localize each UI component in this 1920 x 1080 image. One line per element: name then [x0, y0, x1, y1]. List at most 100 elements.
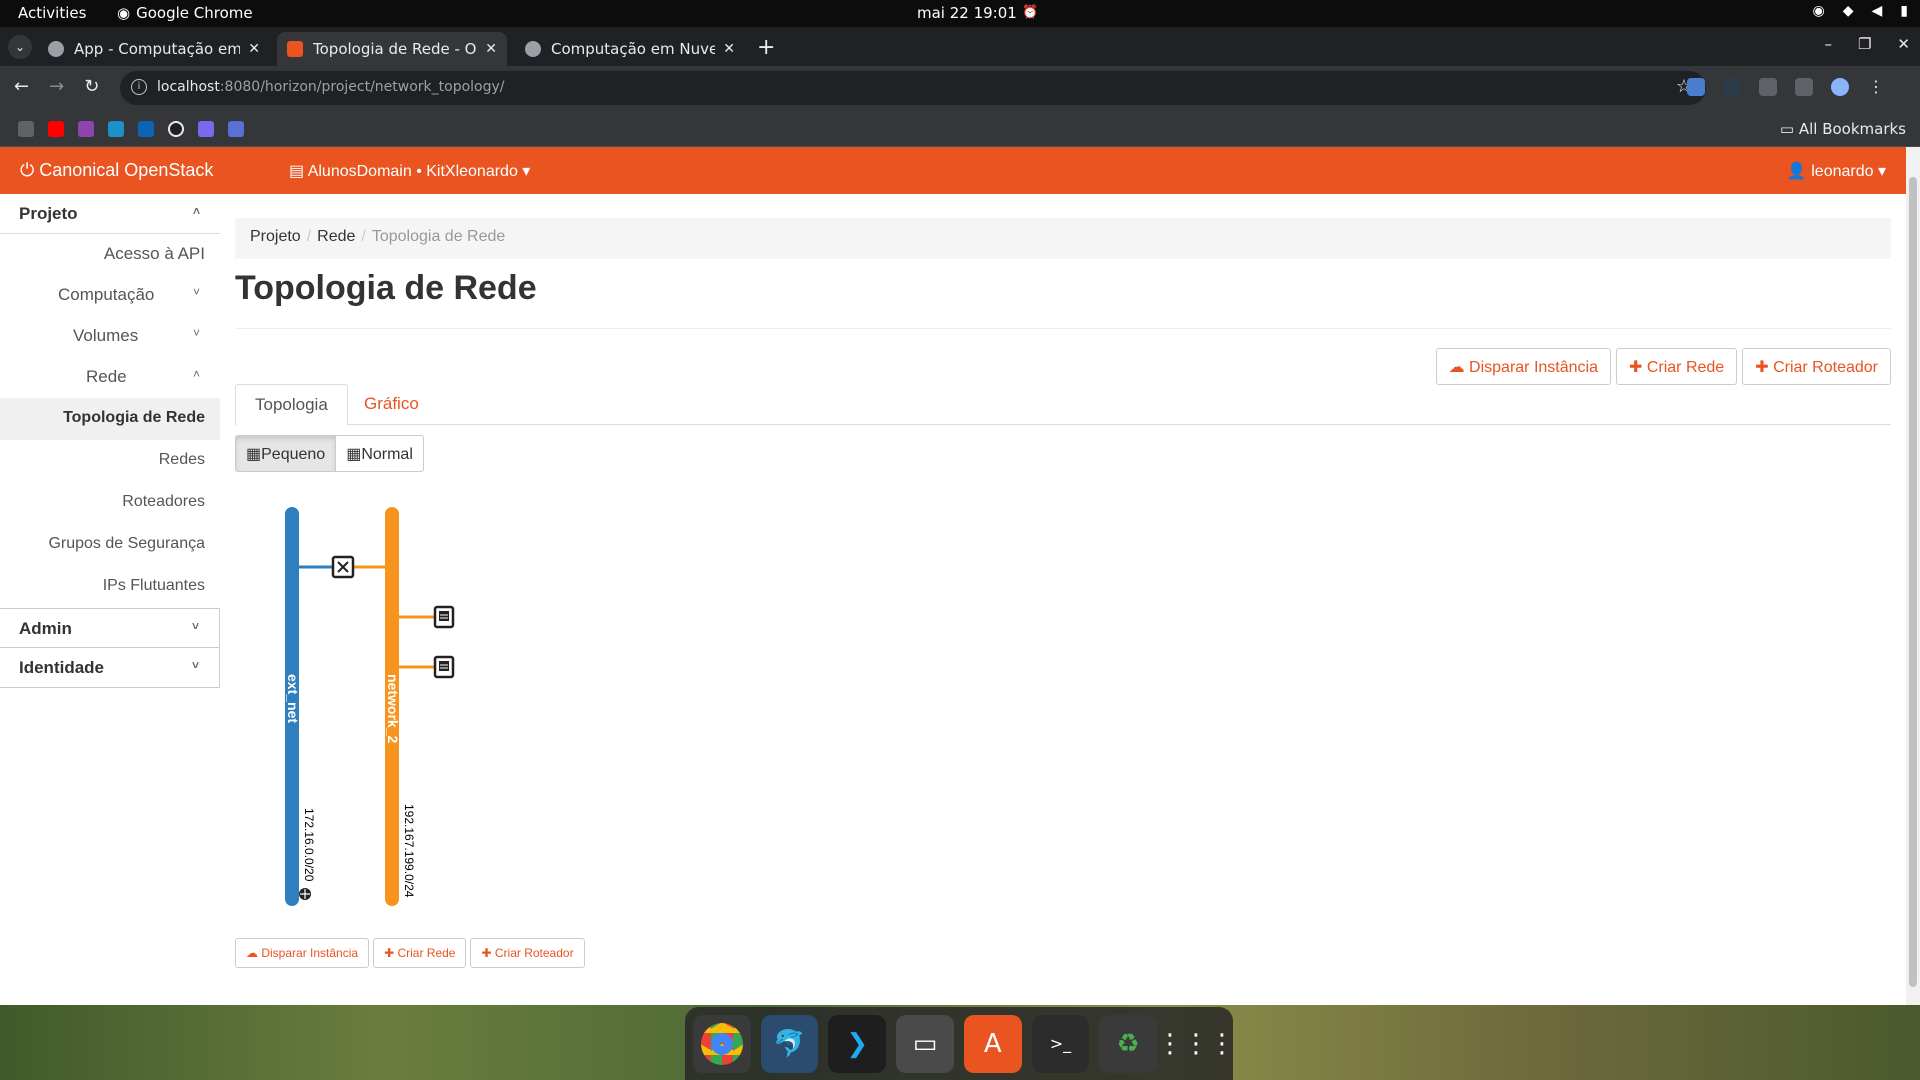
cloud-upload-icon: ☁ [1448, 359, 1470, 376]
network-name-label[interactable]: ext_net [285, 674, 301, 723]
all-bookmarks[interactable]: ▭ All Bookmarks [1780, 120, 1906, 138]
chrome-dock-icon[interactable] [693, 1014, 751, 1073]
instance-screen-icon[interactable] [439, 611, 449, 621]
topology-actions: ☁ Disparar Instância ✚ Criar Rede ✚ Cria… [1435, 348, 1891, 385]
sidebar-group-admin[interactable]: Admin ˅ [0, 608, 220, 648]
browser-tab[interactable]: Computação em Nuvem ✕ [515, 32, 745, 66]
project-context-dropdown[interactable]: ▤ AlunosDomain • KitXleonardo ▾ [289, 161, 530, 181]
files-dock-icon[interactable]: ▭ [896, 1014, 954, 1073]
new-tab-plus-icon[interactable]: + [757, 35, 775, 60]
plus-icon: ✚ [1755, 359, 1774, 376]
show-apps-grid-icon[interactable]: ⋮⋮⋮ [1157, 1015, 1235, 1073]
breadcrumb-rede[interactable]: Rede [317, 228, 355, 245]
mysql-workbench-dock-icon[interactable]: 🐬 [760, 1014, 819, 1073]
scrollbar-thumb[interactable] [1909, 177, 1917, 987]
launch-instance-button-small[interactable]: ☁ Disparar Instância [235, 938, 370, 968]
bookmark-icon[interactable] [168, 121, 184, 137]
network-cidr-label[interactable]: 172.16.0.0/20 [302, 808, 316, 882]
small-size-button[interactable]: ▦Pequeno [235, 435, 337, 472]
url-text[interactable]: localhost:8080/horizon/project/network_t… [157, 79, 505, 95]
tab-grafico[interactable]: Gráfico [345, 384, 438, 426]
window-controls: – ❐ ✕ [1824, 35, 1910, 53]
bookmark-icon[interactable] [228, 121, 244, 137]
browser-tab-active[interactable]: Topologia de Rede - Ope ✕ [277, 32, 507, 66]
chevron-up-icon: ˄ [192, 367, 200, 381]
back-arrow-icon[interactable]: ← [14, 76, 29, 97]
breadcrumb-current: Topologia de Rede [371, 228, 506, 245]
launch-instance-button[interactable]: ☁ Disparar Instância [1435, 348, 1611, 385]
close-tab-icon[interactable]: ✕ [248, 41, 260, 57]
app-menu[interactable]: ◉ Google Chrome [117, 4, 253, 22]
youtube-bookmark-icon[interactable] [48, 121, 64, 137]
sidebar-item-redes[interactable]: Redes [0, 440, 220, 482]
sidebar-item-roteadores[interactable]: Roteadores [0, 482, 220, 524]
sidebar-group-projeto[interactable]: Projeto ˄ [0, 194, 220, 234]
sidebar-item-acesso-api[interactable]: Acesso à API [0, 234, 220, 275]
sidebar-panel-computacao[interactable]: Computação ˅ [0, 275, 220, 316]
normal-size-button[interactable]: ▦Normal [336, 435, 424, 472]
battery-icon: ▮ [1900, 3, 1908, 19]
trash-dock-icon[interactable]: ♻ [1099, 1014, 1158, 1073]
dock: 🐬 ❯ ▭ A >_ ♻ ⋮⋮⋮ [685, 1007, 1235, 1080]
plus-icon: ✚ [384, 946, 398, 960]
openstack-favicon-icon [48, 41, 64, 57]
cloud-upload-icon: ☁ [246, 946, 262, 960]
system-tray[interactable]: ◉ ◆ ◀ ▮ [1813, 3, 1909, 19]
apps-grid-icon[interactable] [18, 121, 34, 137]
network-cidr-label[interactable]: 192.167.199.0/24 [402, 804, 416, 898]
profile-avatar-icon[interactable] [1831, 78, 1849, 96]
tab-search-chevron-down-icon[interactable]: ⌄ [8, 35, 32, 59]
close-tab-icon[interactable]: ✕ [723, 41, 735, 57]
bookmark-icon[interactable] [78, 121, 94, 137]
create-network-button[interactable]: ✚ Criar Rede [1615, 348, 1738, 385]
extensions-puzzle-icon[interactable] [1759, 78, 1777, 96]
close-window-icon[interactable]: ✕ [1897, 35, 1910, 53]
maximize-icon[interactable]: ❐ [1858, 35, 1871, 53]
bookmark-icon[interactable] [198, 121, 214, 137]
brand-link[interactable]: ⏻ Canonical OpenStack [20, 160, 213, 181]
page-scrollbar[interactable] [1906, 147, 1920, 1005]
browser-toolbar: ← → ↻ i localhost:8080/horizon/project/n… [0, 66, 1920, 111]
sidebar-item-ips-flutuantes[interactable]: IPs Flutuantes [0, 566, 220, 608]
outlook-bookmark-icon[interactable] [138, 121, 154, 137]
app-center-dock-icon[interactable]: A [963, 1014, 1022, 1073]
extensions-area: ⋮ [1687, 78, 1885, 96]
server-icon: ▤ [289, 163, 308, 180]
terminal-dock-icon[interactable]: >_ [1031, 1014, 1090, 1073]
browser-tab-strip: ⌄ App - Computação em N ✕ Topologia de R… [0, 27, 1920, 66]
chevron-down-icon: ˅ [192, 285, 200, 299]
bookmark-icon[interactable] [108, 121, 124, 137]
minimize-icon[interactable]: – [1824, 35, 1832, 53]
chrome-icon: ◉ [117, 4, 131, 22]
vscode-dock-icon[interactable]: ❯ [828, 1014, 887, 1073]
sidebar-item-grupos-seguranca[interactable]: Grupos de Segurança [0, 524, 220, 566]
sidebar-panel-volumes[interactable]: Volumes ˅ [0, 316, 220, 357]
browser-tab[interactable]: App - Computação em N ✕ [38, 32, 270, 66]
site-info-icon[interactable]: i [131, 79, 147, 95]
sidebar-group-identidade[interactable]: Identidade ˅ [0, 648, 220, 688]
create-router-button-small[interactable]: ✚ Criar Roteador [470, 938, 585, 968]
plus-icon: ✚ [1628, 359, 1647, 376]
clock[interactable]: mai 22 19:01 [917, 4, 1017, 22]
create-network-button-small[interactable]: ✚ Criar Rede [373, 938, 467, 968]
network-name-label[interactable]: network_2 [385, 674, 401, 743]
breadcrumb-projeto[interactable]: Projeto [250, 228, 301, 245]
sidebar-item-topologia[interactable]: Topologia de Rede [0, 398, 220, 440]
close-tab-icon[interactable]: ✕ [485, 41, 497, 57]
activities-button[interactable]: Activities [18, 4, 86, 22]
create-router-button[interactable]: ✚ Criar Roteador [1742, 348, 1891, 385]
tab-topologia[interactable]: Topologia [235, 384, 348, 426]
translate-extension-icon[interactable] [1687, 78, 1705, 96]
forward-arrow-icon[interactable]: → [49, 76, 64, 97]
instance-screen-icon[interactable] [439, 661, 449, 671]
download-icon[interactable] [1795, 78, 1813, 96]
reload-icon[interactable]: ↻ [84, 76, 99, 97]
user-menu-dropdown[interactable]: 👤 leonardo ▾ [1787, 161, 1886, 181]
address-bar[interactable]: i localhost:8080/horizon/project/network… [120, 71, 1706, 105]
bookmarks-bar: ▭ All Bookmarks [0, 111, 1920, 147]
sidebar-panel-rede[interactable]: Rede ˄ [0, 357, 220, 398]
menu-kebab-icon[interactable]: ⋮ [1867, 78, 1885, 96]
extension-icon[interactable] [1723, 78, 1741, 96]
page-title: Topologia de Rede [235, 269, 537, 307]
network-topology-graph: ext_net 172.16.0.0/20 network_2 192.167.199… [285, 507, 455, 906]
